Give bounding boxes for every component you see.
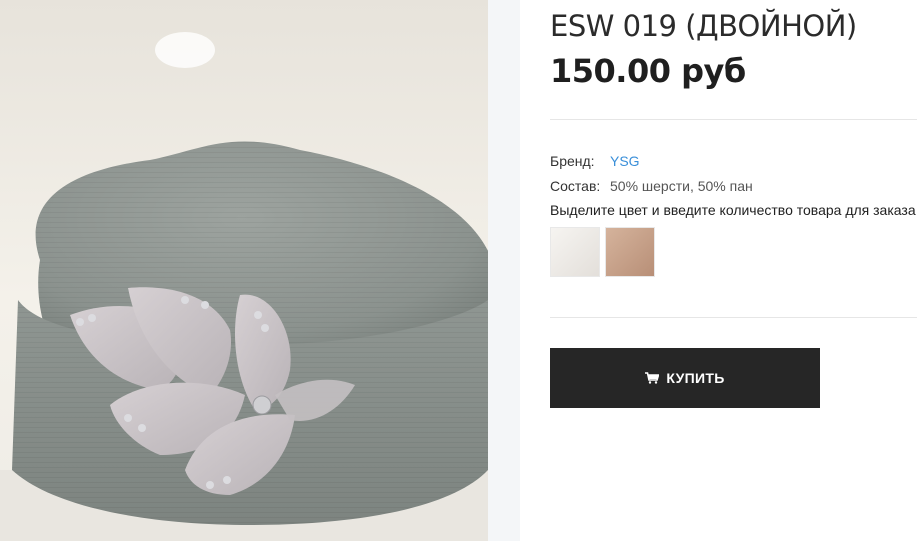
color-hint: Выделите цвет и введите количество товар…: [550, 202, 916, 218]
swatch-beige[interactable]: [605, 227, 655, 277]
brand-link[interactable]: YSG: [610, 153, 640, 169]
buy-button[interactable]: КУПИТЬ: [550, 348, 820, 408]
color-swatches: [550, 227, 655, 277]
composition-row: Состав: 50% шерсти, 50% пан: [550, 178, 753, 194]
product-info: ESW 019 (ДВОЙНОЙ) 150.00 руб Бренд: YSG С…: [550, 0, 917, 541]
divider-bottom: [550, 317, 917, 318]
product-image[interactable]: [0, 0, 488, 541]
swatch-white[interactable]: [550, 227, 600, 277]
buy-button-label: КУПИТЬ: [666, 370, 725, 386]
cart-icon: [645, 372, 660, 384]
divider-top: [550, 119, 917, 120]
composition-value: 50% шерсти, 50% пан: [610, 178, 753, 194]
image-gutter: [488, 0, 520, 541]
brand-label: Бренд:: [550, 153, 595, 169]
beret-illustration: [0, 0, 488, 541]
brand-row: Бренд: YSG: [550, 153, 640, 169]
product-price: 150.00 руб: [550, 52, 746, 90]
composition-label: Состав:: [550, 178, 601, 194]
product-title: ESW 019 (ДВОЙНОЙ): [550, 9, 857, 43]
